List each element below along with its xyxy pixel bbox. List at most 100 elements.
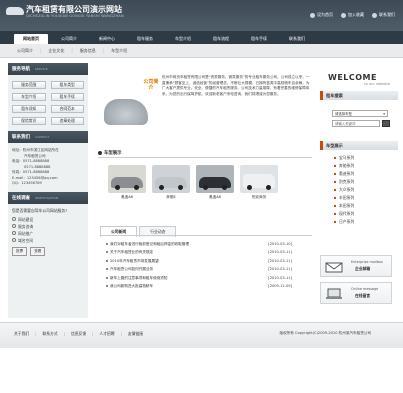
service-button[interactable]: 租车手续 xyxy=(50,93,84,101)
online-message-promo[interactable]: Online message 在线留言 xyxy=(320,282,392,304)
subnav-item[interactable]: 车型介绍 xyxy=(108,48,130,54)
radio-icon[interactable] xyxy=(12,238,16,242)
news-item[interactable]: 我们对租车者进行租前登记和租后押金的收取管理 [2010-03-10] xyxy=(100,240,312,248)
site-logo-subtitle: QICHEZULIN YOUXIAN GONGSI YANSHI WANGZHA… xyxy=(26,14,124,18)
contact-panel-title: 联系我们 xyxy=(12,135,30,140)
services-panel-title: 服务导航 xyxy=(12,67,30,72)
subnav-divider: | xyxy=(71,48,73,53)
news-date: [2010-03-11] xyxy=(268,258,292,263)
news-date: [2010-03-11] xyxy=(268,250,292,255)
service-button[interactable]: 车型介绍 xyxy=(12,93,46,101)
subnav-item[interactable]: 服务信息 xyxy=(77,48,99,54)
service-button[interactable]: 保险常识 xyxy=(12,117,46,125)
footer-link[interactable]: 联系方式 xyxy=(42,331,57,337)
car-type-select[interactable]: 请选择车型 ▾ xyxy=(332,110,388,117)
footer-link[interactable]: 友情链接 xyxy=(128,331,143,337)
about-text: 杭州市网页车租赁有限公司是“贵宾服务、微笑服务”的专业租车服务公司。公司成立以来… xyxy=(162,75,310,96)
car-label[interactable]: 奥迪A6 xyxy=(108,195,146,200)
poll-option[interactable]: 网站推广 xyxy=(12,230,84,237)
header: 汽车租赁有限公司演示网站 QICHEZULIN YOUXIAN GONGSI Y… xyxy=(0,0,403,31)
poll-panel-title-en: INVESTIGATION xyxy=(35,195,59,200)
nav-tab-services[interactable]: 租车服务 xyxy=(128,34,162,44)
nav-tab-process[interactable]: 租车流程 xyxy=(204,34,238,44)
chevron-down-icon: ▾ xyxy=(383,111,385,116)
cars-header: 车型展示 xyxy=(98,149,312,158)
car-card[interactable]: 奥迪A8 xyxy=(196,165,234,200)
car-type-item[interactable]: 宝马系列 xyxy=(334,154,398,162)
footer-link[interactable]: 人才招聘 xyxy=(99,331,114,337)
service-button[interactable]: 租车类型 xyxy=(50,81,84,89)
top-links: 设为首页 加入收藏 联系我们 xyxy=(310,12,395,18)
car-type-item[interactable]: 丰田系列 xyxy=(334,194,398,202)
nav-tab-news[interactable]: 新闻中心 xyxy=(90,34,124,44)
car-type-item[interactable]: 奥迪系列 xyxy=(334,170,398,178)
news-list: 我们对租车者进行租前登记和租后押金的收取管理 [2010-03-10] 关于汽车租… xyxy=(100,235,312,290)
subnav-item[interactable]: 公司简介 xyxy=(14,48,36,54)
poll-option[interactable]: 域名空间 xyxy=(12,237,84,244)
car-card[interactable]: 别克商务 xyxy=(240,165,278,200)
search-panel-header: 租车搜索 xyxy=(320,91,398,100)
home-icon xyxy=(310,12,315,18)
news-item[interactable]: 2010年汽车租赁市场发展展望 [2010-03-11] xyxy=(100,257,312,265)
radio-icon[interactable] xyxy=(12,217,16,221)
footer-link[interactable]: 信息反馈 xyxy=(71,331,86,337)
welcome-title: WELCOME xyxy=(328,73,377,82)
mail-icon xyxy=(325,262,343,273)
poll-view-button[interactable]: 查看 xyxy=(30,246,46,256)
news-item[interactable]: 新车上路的注意事项和租车使用须知 [2010-03-11] xyxy=(100,274,312,282)
car-type-item[interactable]: 别克系列 xyxy=(334,178,398,186)
about-badge: 公司简介 xyxy=(143,79,159,91)
car-gallery: 奥迪A6 奔驰E 奥迪A8 别克商务 xyxy=(108,165,278,200)
radio-icon[interactable] xyxy=(12,224,16,228)
car-type-item[interactable]: 本田系列 xyxy=(334,202,398,210)
nav-tab-models[interactable]: 车型介绍 xyxy=(166,34,200,44)
news-date: [2010-03-11] xyxy=(268,275,292,280)
footer-link[interactable]: 关于我们 xyxy=(14,331,29,337)
car-type-item[interactable]: 奔驰系列 xyxy=(334,162,398,170)
service-button[interactable]: 服务范围 xyxy=(12,81,46,89)
subnav-item[interactable]: 企业文化 xyxy=(45,48,67,54)
car-label[interactable]: 奔驰E xyxy=(152,195,190,200)
set-homepage-link[interactable]: 设为首页 xyxy=(310,12,333,18)
service-button[interactable]: 合同范本 xyxy=(50,105,84,113)
car-card[interactable]: 奥迪A6 xyxy=(108,165,146,200)
car-photo[interactable] xyxy=(196,165,234,193)
news-item[interactable]: 关于汽车租赁业的有关规定 [2010-03-11] xyxy=(100,248,312,256)
contact-link[interactable]: 联系我们 xyxy=(372,12,395,18)
star-icon xyxy=(341,12,346,18)
laptop-icon xyxy=(326,288,342,299)
poll-option[interactable]: 服务咨询 xyxy=(12,223,84,230)
contact-info: 地址：杭州市滨江区网站所在 汽车租赁公司 电话：0571-8888888 057… xyxy=(8,143,88,192)
nav-tab-procedures[interactable]: 租车手续 xyxy=(242,34,276,44)
news-date: [2009-12-09] xyxy=(268,284,292,289)
footer-divider: | xyxy=(63,331,65,336)
car-type-item[interactable]: 日产系列 xyxy=(334,218,398,226)
search-button[interactable] xyxy=(382,120,390,127)
page: 汽车租赁有限公司演示网站 QICHEZULIN YOUXIAN GONGSI Y… xyxy=(0,0,403,393)
poll-option[interactable]: 网站建设 xyxy=(12,216,84,223)
car-card[interactable]: 奔驰E xyxy=(152,165,190,200)
poll-vote-button[interactable]: 投票 xyxy=(12,246,28,256)
search-input[interactable]: 请输入关键词 xyxy=(332,120,380,127)
car-photo[interactable] xyxy=(152,165,190,193)
service-button[interactable]: 租车须知 xyxy=(12,105,46,113)
news-title: 我公司新购进大批高档轿车 xyxy=(110,284,154,289)
car-label[interactable]: 别克商务 xyxy=(240,195,278,200)
car-type-item[interactable]: 大众系列 xyxy=(334,186,398,194)
news-item[interactable]: 我公司新购进大批高档轿车 [2009-12-09] xyxy=(100,282,312,290)
nav-tab-about[interactable]: 公司简介 xyxy=(52,34,86,44)
service-button[interactable]: 违章处理 xyxy=(50,117,84,125)
nav-tab-home[interactable]: 网站首页 xyxy=(14,34,48,44)
car-label[interactable]: 奥迪A8 xyxy=(196,195,234,200)
nav-tab-contact[interactable]: 联系我们 xyxy=(280,34,314,44)
car-photo[interactable] xyxy=(108,165,146,193)
car-photo[interactable] xyxy=(240,165,278,193)
news-item[interactable]: 汽车租赁公司如何开展业务 [2010-03-11] xyxy=(100,265,312,273)
welcome-subtitle: to our website xyxy=(364,82,390,86)
radio-icon[interactable] xyxy=(12,231,16,235)
add-favorite-link[interactable]: 加入收藏 xyxy=(341,12,364,18)
car-type-item[interactable]: 现代系列 xyxy=(334,210,398,218)
enterprise-mail-promo[interactable]: Enterprise mailbox 企业邮箱 xyxy=(320,255,392,277)
subnav-divider: | xyxy=(102,48,105,53)
poll-buttons: 投票 查看 xyxy=(8,244,88,259)
